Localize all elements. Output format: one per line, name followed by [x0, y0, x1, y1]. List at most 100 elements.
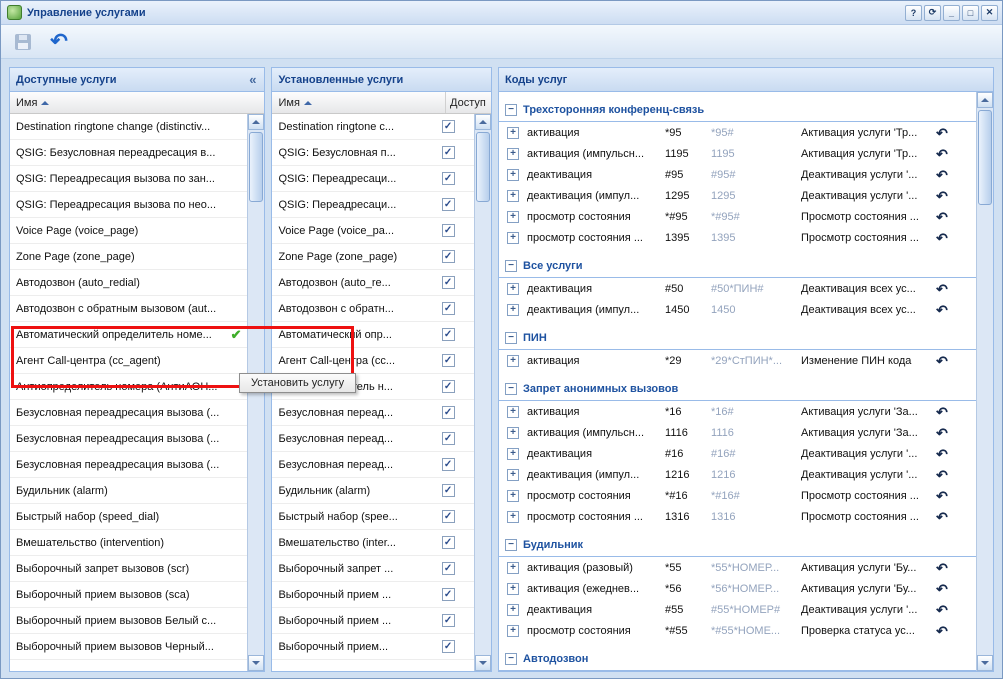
column-name[interactable]: Имя	[10, 92, 264, 113]
reset-code-button[interactable]: ↶	[936, 468, 948, 482]
code-row[interactable]: + деактивация (импул... 1450 1450 Деакти…	[499, 299, 976, 320]
refresh-button[interactable]: ⟳	[924, 5, 941, 21]
code-row[interactable]: + активация (ежеднев... *56 *56*НОМЕР...…	[499, 578, 976, 599]
code-group-header[interactable]: − Все услуги	[499, 254, 976, 278]
save-button[interactable]	[10, 29, 36, 55]
installed-service-row[interactable]: Автоматический опр... ✓	[272, 322, 474, 348]
collapse-group-icon[interactable]: −	[505, 104, 517, 116]
expand-row-icon[interactable]: +	[507, 355, 519, 367]
expand-row-icon[interactable]: +	[507, 211, 519, 223]
scroll-up-button[interactable]	[977, 92, 993, 108]
reset-code-button[interactable]: ↶	[936, 189, 948, 203]
service-row[interactable]: Быстрый набор (speed_dial) ✔	[10, 504, 247, 530]
code-row[interactable]: + активация *29 *29*СтПИН*... Изменение …	[499, 350, 976, 371]
access-checkbox[interactable]: ✓	[442, 172, 455, 185]
collapse-group-icon[interactable]: −	[505, 539, 517, 551]
service-row[interactable]: QSIG: Безусловная переадресация в... ✔	[10, 140, 247, 166]
access-checkbox[interactable]: ✓	[442, 224, 455, 237]
expand-row-icon[interactable]: +	[507, 604, 519, 616]
code-row[interactable]: + просмотр состояния *#16 *#16# Просмотр…	[499, 485, 976, 506]
scroll-thumb[interactable]	[476, 132, 490, 202]
installed-service-row[interactable]: Автодозвон (auto_re... ✓	[272, 270, 474, 296]
code-row[interactable]: + активация (разовый) *55 *55*НОМЕР... А…	[499, 557, 976, 578]
scrollbar[interactable]	[474, 114, 491, 671]
access-checkbox[interactable]: ✓	[442, 458, 455, 471]
expand-row-icon[interactable]: +	[507, 625, 519, 637]
service-row[interactable]: Агент Call-центра (cc_agent) ✔	[10, 348, 247, 374]
maximize-button[interactable]: □	[962, 5, 979, 21]
reset-code-button[interactable]: ↶	[936, 405, 948, 419]
access-checkbox[interactable]: ✓	[442, 640, 455, 653]
expand-row-icon[interactable]: +	[507, 127, 519, 139]
expand-row-icon[interactable]: +	[507, 190, 519, 202]
code-group-header[interactable]: − Запрет анонимных вызовов	[499, 377, 976, 401]
expand-row-icon[interactable]: +	[507, 583, 519, 595]
code-row[interactable]: + деактивация #95 #95# Деактивация услуг…	[499, 164, 976, 185]
installed-service-row[interactable]: QSIG: Переадресаци... ✓	[272, 166, 474, 192]
code-row[interactable]: + деактивация #55 #55*НОМЕР# Деактивация…	[499, 599, 976, 620]
reset-code-button[interactable]: ↶	[936, 510, 948, 524]
service-row[interactable]: Безусловная переадресация вызова (... ✔	[10, 452, 247, 478]
access-checkbox[interactable]: ✓	[442, 276, 455, 289]
service-row[interactable]: Выборочный запрет вызовов (scr) ✔	[10, 556, 247, 582]
code-row[interactable]: + деактивация #50 #50*ПИН# Деактивация в…	[499, 278, 976, 299]
reset-code-button[interactable]: ↶	[936, 231, 948, 245]
access-checkbox[interactable]: ✓	[442, 510, 455, 523]
service-row[interactable]: Автоматический определитель номе... ✔	[10, 322, 247, 348]
expand-row-icon[interactable]: +	[507, 490, 519, 502]
access-checkbox[interactable]: ✓	[442, 536, 455, 549]
expand-row-icon[interactable]: +	[507, 232, 519, 244]
installed-service-row[interactable]: Voice Page (voice_pa... ✓	[272, 218, 474, 244]
service-row[interactable]: Антиопределитель номера (АнтиАОН... ✔	[10, 374, 247, 400]
service-row[interactable]: Будильник (alarm) ✔	[10, 478, 247, 504]
code-row[interactable]: + просмотр состояния *#95 *#95# Просмотр…	[499, 206, 976, 227]
installed-service-row[interactable]: Zone Page (zone_page) ✓	[272, 244, 474, 270]
scroll-track[interactable]	[977, 108, 993, 655]
installed-service-row[interactable]: Destination ringtone c... ✓	[272, 114, 474, 140]
reset-code-button[interactable]: ↶	[936, 624, 948, 638]
code-group-header[interactable]: − Трехсторонняя конференц-связь	[499, 98, 976, 122]
installed-service-row[interactable]: Автодозвон с обратн... ✓	[272, 296, 474, 322]
code-row[interactable]: + деактивация #16 #16# Деактивация услуг…	[499, 443, 976, 464]
code-row[interactable]: + деактивация (импул... 1295 1295 Деакти…	[499, 185, 976, 206]
code-row[interactable]: + активация (импульсн... 1116 1116 Актив…	[499, 422, 976, 443]
reset-code-button[interactable]: ↶	[936, 126, 948, 140]
access-checkbox[interactable]: ✓	[442, 146, 455, 159]
reset-code-button[interactable]: ↶	[936, 582, 948, 596]
undo-button[interactable]: ↶	[46, 29, 72, 55]
expand-row-icon[interactable]: +	[507, 469, 519, 481]
installed-service-row[interactable]: Выборочный прием ... ✓	[272, 608, 474, 634]
reset-code-button[interactable]: ↶	[936, 354, 948, 368]
collapse-group-icon[interactable]: −	[505, 383, 517, 395]
collapse-panel-button[interactable]: «	[247, 73, 258, 86]
expand-row-icon[interactable]: +	[507, 511, 519, 523]
reset-code-button[interactable]: ↶	[936, 303, 948, 317]
scroll-track[interactable]	[475, 130, 491, 655]
expand-row-icon[interactable]: +	[507, 304, 519, 316]
collapse-group-icon[interactable]: −	[505, 653, 517, 665]
service-row[interactable]: Выборочный прием вызовов Черный... ✔	[10, 634, 247, 660]
access-checkbox[interactable]: ✓	[442, 562, 455, 575]
service-row[interactable]: Безусловная переадресация вызова (... ✔	[10, 400, 247, 426]
expand-row-icon[interactable]: +	[507, 283, 519, 295]
access-checkbox[interactable]: ✓	[442, 302, 455, 315]
access-checkbox[interactable]: ✓	[442, 120, 455, 133]
code-row[interactable]: + просмотр состояния ... 1316 1316 Просм…	[499, 506, 976, 527]
service-row[interactable]: QSIG: Переадресация вызова по зан... ✔	[10, 166, 247, 192]
service-row[interactable]: QSIG: Переадресация вызова по нео... ✔	[10, 192, 247, 218]
reset-code-button[interactable]: ↶	[936, 147, 948, 161]
scroll-down-button[interactable]	[475, 655, 491, 671]
expand-row-icon[interactable]: +	[507, 448, 519, 460]
installed-service-row[interactable]: Безусловная переад... ✓	[272, 452, 474, 478]
installed-service-row[interactable]: Вмешательство (inter... ✓	[272, 530, 474, 556]
code-group-header[interactable]: − Будильник	[499, 533, 976, 557]
reset-code-button[interactable]: ↶	[936, 282, 948, 296]
service-row[interactable]: Выборочный прием вызовов Белый с... ✔	[10, 608, 247, 634]
code-row[interactable]: + просмотр состояния ... 1395 1395 Просм…	[499, 227, 976, 248]
access-checkbox[interactable]: ✓	[442, 614, 455, 627]
installed-service-row[interactable]: Быстрый набор (spee... ✓	[272, 504, 474, 530]
code-group-header[interactable]: − Автодозвон	[499, 647, 976, 671]
titlebar[interactable]: Управление услугами ?⟳_□✕	[1, 1, 1002, 25]
expand-row-icon[interactable]: +	[507, 562, 519, 574]
grid-column-header[interactable]: Имя Доступ	[272, 92, 491, 114]
